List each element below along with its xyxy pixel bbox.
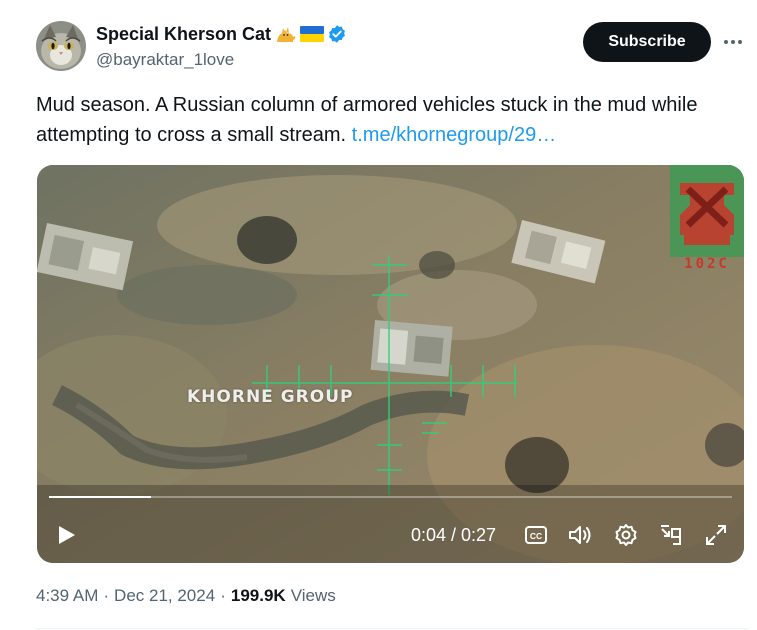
author-display-name[interactable]: Special Kherson Cat [96, 24, 271, 45]
video-progress-fill [49, 496, 152, 498]
author-handle[interactable]: @bayraktar_1love [96, 50, 234, 70]
tweet-text: Mud season. A Russian column of armored … [36, 90, 726, 150]
settings-button[interactable] [613, 522, 639, 548]
channel-logo-text: 102C [684, 256, 730, 272]
volume-icon [569, 526, 591, 544]
play-button[interactable] [53, 522, 79, 548]
captions-icon: CC [525, 526, 547, 544]
picture-in-picture-button[interactable] [658, 522, 684, 548]
divider [36, 628, 748, 629]
views-count: 199.9K [230, 586, 286, 605]
more-options-button[interactable] [718, 30, 748, 54]
video-player[interactable]: KHORNE GROUP 102C 0:04 / 0:27 CC [37, 165, 744, 563]
svg-text:CC: CC [530, 531, 542, 541]
more-horizontal-icon [724, 40, 742, 44]
fullscreen-button[interactable] [703, 522, 729, 548]
avatar[interactable] [36, 21, 86, 71]
tweet-link[interactable]: t.me/khornegroup/29… [352, 124, 557, 146]
settings-icon [615, 524, 637, 546]
vehicle-center [370, 320, 453, 377]
video-controls: 0:04 / 0:27 CC [37, 510, 744, 560]
video-progress-bar[interactable] [49, 496, 732, 498]
volume-button[interactable] [567, 522, 593, 548]
meta-separator: · [220, 586, 226, 605]
cat-emoji-icon [275, 24, 297, 44]
meta-separator: · [103, 586, 110, 605]
fullscreen-icon [706, 525, 726, 545]
tweet-time[interactable]: 4:39 AM [36, 586, 98, 606]
captions-button[interactable]: CC [523, 522, 549, 548]
video-time-display: 0:04 / 0:27 [411, 525, 497, 545]
author-name-row: Special Kherson Cat [96, 22, 347, 46]
tweet-meta: 4:39 AM · Dec 21, 2024 · 199.9K Views [36, 586, 336, 606]
play-icon [59, 526, 75, 544]
views-label: Views [290, 586, 336, 605]
subscribe-button[interactable]: Subscribe [583, 22, 711, 62]
cat-avatar-image [36, 21, 86, 71]
pip-icon [661, 525, 681, 545]
video-watermark: KHORNE GROUP [187, 387, 354, 407]
ukraine-flag-icon [300, 26, 325, 42]
tweet-date[interactable]: Dec 21, 2024 [114, 586, 215, 606]
video-frame [37, 165, 744, 563]
verified-badge-icon[interactable] [327, 24, 347, 44]
